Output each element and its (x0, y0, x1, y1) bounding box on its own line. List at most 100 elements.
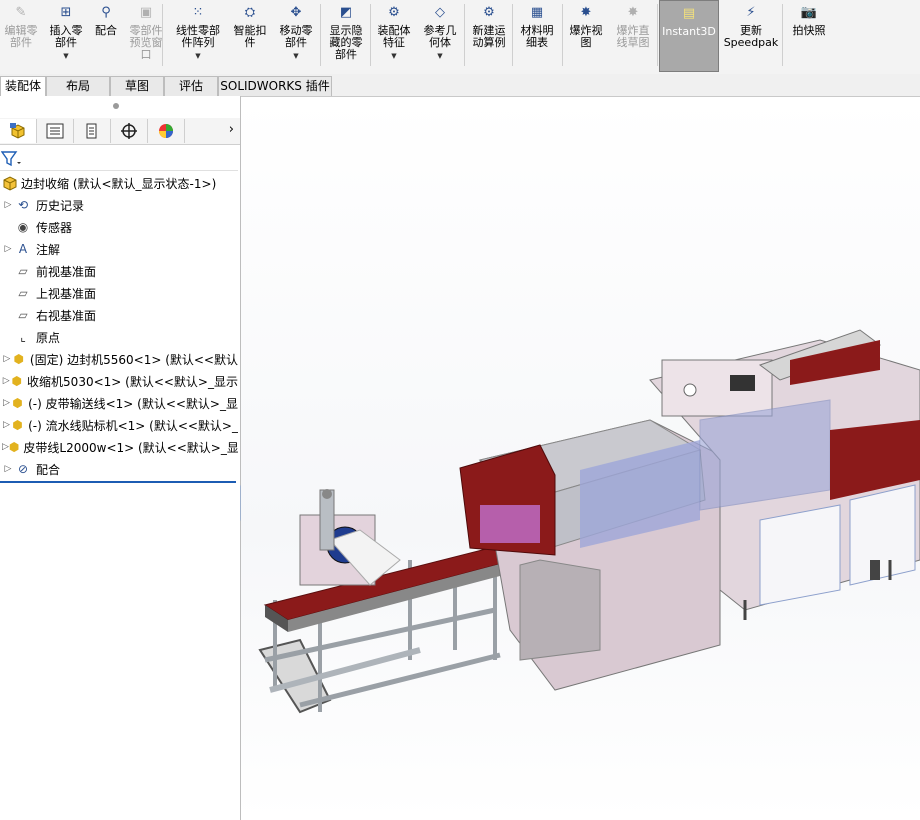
motion-study-button[interactable]: ⚙ 新建运 动算例 (466, 0, 512, 72)
tree-item[interactable]: ▷ ⬢ (固定) 边封机5560<1> (默认<<默认 (2, 349, 238, 369)
view-orientation-icon[interactable]: ▣ (875, 97, 893, 99)
dropdown-arrow-icon[interactable]: ▼ (293, 50, 298, 62)
reference-geometry-button[interactable]: ◇ 参考几 何体 ▼ (418, 0, 462, 72)
tree-item[interactable]: ▷ ⟲ 历史记录 (2, 195, 238, 215)
show-hidden-button[interactable]: ◩ 显示隐 藏的零 部件 (322, 0, 370, 72)
assembly-features-button[interactable]: ⚙ 装配体 特征 ▼ (372, 0, 416, 72)
edit-component-button[interactable]: ✎ 编辑零 部件 (0, 0, 42, 72)
expand-arrow-icon[interactable]: ▷ (2, 244, 14, 254)
exploded-view-button[interactable]: ✸ 爆炸视 图 (564, 0, 608, 72)
tree-item[interactable]: ▱ 上视基准面 (2, 283, 238, 303)
subassembly-icon: ⬢ (13, 352, 24, 366)
tree-item-label: 上视基准面 (36, 286, 97, 301)
smart-fasteners-button[interactable]: ⛭ 智能扣 件 (228, 0, 272, 72)
mate-button[interactable]: ⚲ 配合 (90, 0, 122, 72)
speedpak-button[interactable]: ⚡ 更新 Speedpak (722, 0, 780, 72)
move-component-icon: ✥ (290, 5, 302, 20)
expand-arrow-icon[interactable]: ▷ (2, 464, 14, 474)
expand-arrow-icon[interactable]: ▷ (2, 200, 14, 210)
tree-item[interactable]: ▱ 右视基准面 (2, 305, 238, 325)
ribbon-separator (162, 4, 163, 66)
graphics-area[interactable]: ⌕ ⊡ ↶ ◧ ▣ (241, 97, 920, 820)
explode-line-sketch-button[interactable]: ✸ 爆炸直 线草图 (610, 0, 656, 72)
plane-icon: ▱ (18, 308, 28, 322)
rollback-bar[interactable] (0, 481, 236, 483)
tab-solidworks-addins[interactable]: SOLIDWORKS 插件 (218, 76, 332, 96)
tree-item[interactable]: ▷ ⬢ 收缩机5030<1> (默认<<默认>_显示 (2, 371, 238, 391)
featuremanager-tab[interactable] (0, 119, 37, 143)
tree-item[interactable]: ▷ ⬢ (-) 流水线贴标机<1> (默认<<默认>_ (2, 415, 238, 435)
tree-item-label: 原点 (36, 330, 61, 345)
snapshot-button[interactable]: 📷 拍快照 (786, 0, 832, 72)
expand-arrow-icon[interactable]: ▷ (2, 376, 10, 386)
linear-pattern-button[interactable]: ⁙ 线性零部 件阵列 ▼ (170, 0, 226, 72)
tree-item-label: (-) 流水线贴标机<1> (默认<<默认>_ (28, 418, 238, 433)
zoom-to-area-icon[interactable]: ⊡ (803, 97, 821, 99)
command-manager-tabs: 装配体 布局 草图 评估 SOLIDWORKS 插件 (0, 74, 920, 97)
ribbon-separator (657, 4, 658, 66)
dimxpertmanager-icon (121, 123, 137, 139)
insert-components-button[interactable]: ⊞ 插入零 部件 ▼ (44, 0, 88, 72)
tree-item[interactable]: ◉ 传感器 (2, 217, 238, 237)
origin-icon: ⌞ (20, 330, 26, 344)
displaymanager-tab[interactable] (148, 119, 185, 143)
ribbon-button-label: 配合 (95, 24, 117, 37)
propertymanager-tab[interactable] (37, 119, 74, 143)
move-component-button[interactable]: ✥ 移动零 部件 ▼ (274, 0, 318, 72)
expand-arrow-icon[interactable]: ▷ (2, 420, 11, 430)
tree-item-label: 注解 (36, 242, 61, 257)
tab-assembly[interactable]: 装配体 (0, 76, 46, 97)
tree-item-label: 皮带线L2000w<1> (默认<<默认>_显 (23, 440, 238, 455)
expand-arrow-icon[interactable]: ▷ (2, 398, 11, 408)
ribbon-button-label: 移动零 部件 (279, 24, 313, 49)
ribbon-button-label: 材料明 细表 (520, 24, 554, 49)
subassembly-icon: ⬢ (11, 374, 22, 388)
tree-item-label: (-) 皮带输送线<1> (默认<<默认>_显 (28, 396, 238, 411)
filter-icon[interactable] (1, 151, 21, 167)
history-icon: ⟲ (17, 198, 29, 212)
motion-study-icon: ⚙ (483, 5, 495, 20)
ribbon-button-label: 更新 Speedpak (723, 24, 779, 49)
tree-item[interactable]: ▷ ⬢ (-) 皮带输送线<1> (默认<<默认>_显 (2, 393, 238, 413)
tree-root-assembly[interactable]: 边封收缩 (默认<默认_显示状态-1>) (2, 173, 238, 193)
ribbon-button-label: 新建运 动算例 (472, 24, 506, 49)
tree-item[interactable]: ▱ 前视基准面 (2, 261, 238, 281)
assembly-model-render (258, 329, 920, 714)
tree-item[interactable]: ⌞ 原点 (2, 327, 238, 347)
tree-item[interactable]: ▷ ⬢ 皮带线L2000w<1> (默认<<默认>_显 (2, 437, 238, 457)
dropdown-arrow-icon[interactable]: ▼ (391, 50, 396, 62)
chevron-right-icon[interactable]: › (229, 122, 234, 137)
ribbon-separator (370, 4, 371, 66)
zoom-to-fit-icon[interactable]: ⌕ (779, 97, 797, 99)
dropdown-arrow-icon[interactable]: ▼ (437, 50, 442, 62)
instant3d-icon: ▤ (682, 6, 696, 21)
annotation-icon: A (18, 242, 28, 256)
expand-arrow-icon[interactable]: ▷ (2, 354, 12, 364)
dropdown-arrow-icon[interactable]: ▼ (63, 50, 68, 62)
section-view-icon[interactable]: ◧ (851, 97, 869, 99)
ribbon-separator (320, 4, 321, 66)
tab-sketch[interactable]: 草图 (110, 76, 164, 96)
instant3d-button[interactable]: ▤ Instant3D (659, 0, 719, 72)
mates-folder-icon: ⊘ (17, 462, 29, 476)
heads-up-view-toolbar: ⌕ ⊡ ↶ ◧ ▣ (779, 97, 893, 101)
dropdown-arrow-icon[interactable]: ▼ (195, 50, 200, 62)
tab-evaluate[interactable]: 评估 (164, 76, 218, 96)
bom-button[interactable]: ▦ 材料明 细表 (514, 0, 560, 72)
tree-item-label: 收缩机5030<1> (默认<<默认>_显示 (27, 374, 238, 389)
ribbon-button-label: 爆炸直 线草图 (616, 24, 650, 49)
tree-item[interactable]: ▷ A 注解 (2, 239, 238, 259)
tab-layout[interactable]: 布局 (46, 76, 110, 96)
exploded-view-icon: ✸ (580, 5, 592, 20)
panel-grip-handle[interactable] (113, 103, 119, 109)
tree-filter-bar[interactable] (0, 148, 238, 171)
tree-item[interactable]: ▷ ⊘ 配合 (2, 459, 238, 479)
expand-arrow-icon[interactable]: ▷ (2, 442, 9, 452)
ribbon-button-label: 零部件 预览窗 口 (129, 24, 163, 61)
tree-item-label: 前视基准面 (36, 264, 97, 279)
previous-view-icon[interactable]: ↶ (827, 97, 845, 99)
ribbon-button-label: 编辑零 部件 (4, 24, 38, 49)
ribbon-button-label: 拍快照 (792, 24, 826, 37)
configurationmanager-tab[interactable] (74, 119, 111, 143)
dimxpertmanager-tab[interactable] (111, 119, 148, 143)
